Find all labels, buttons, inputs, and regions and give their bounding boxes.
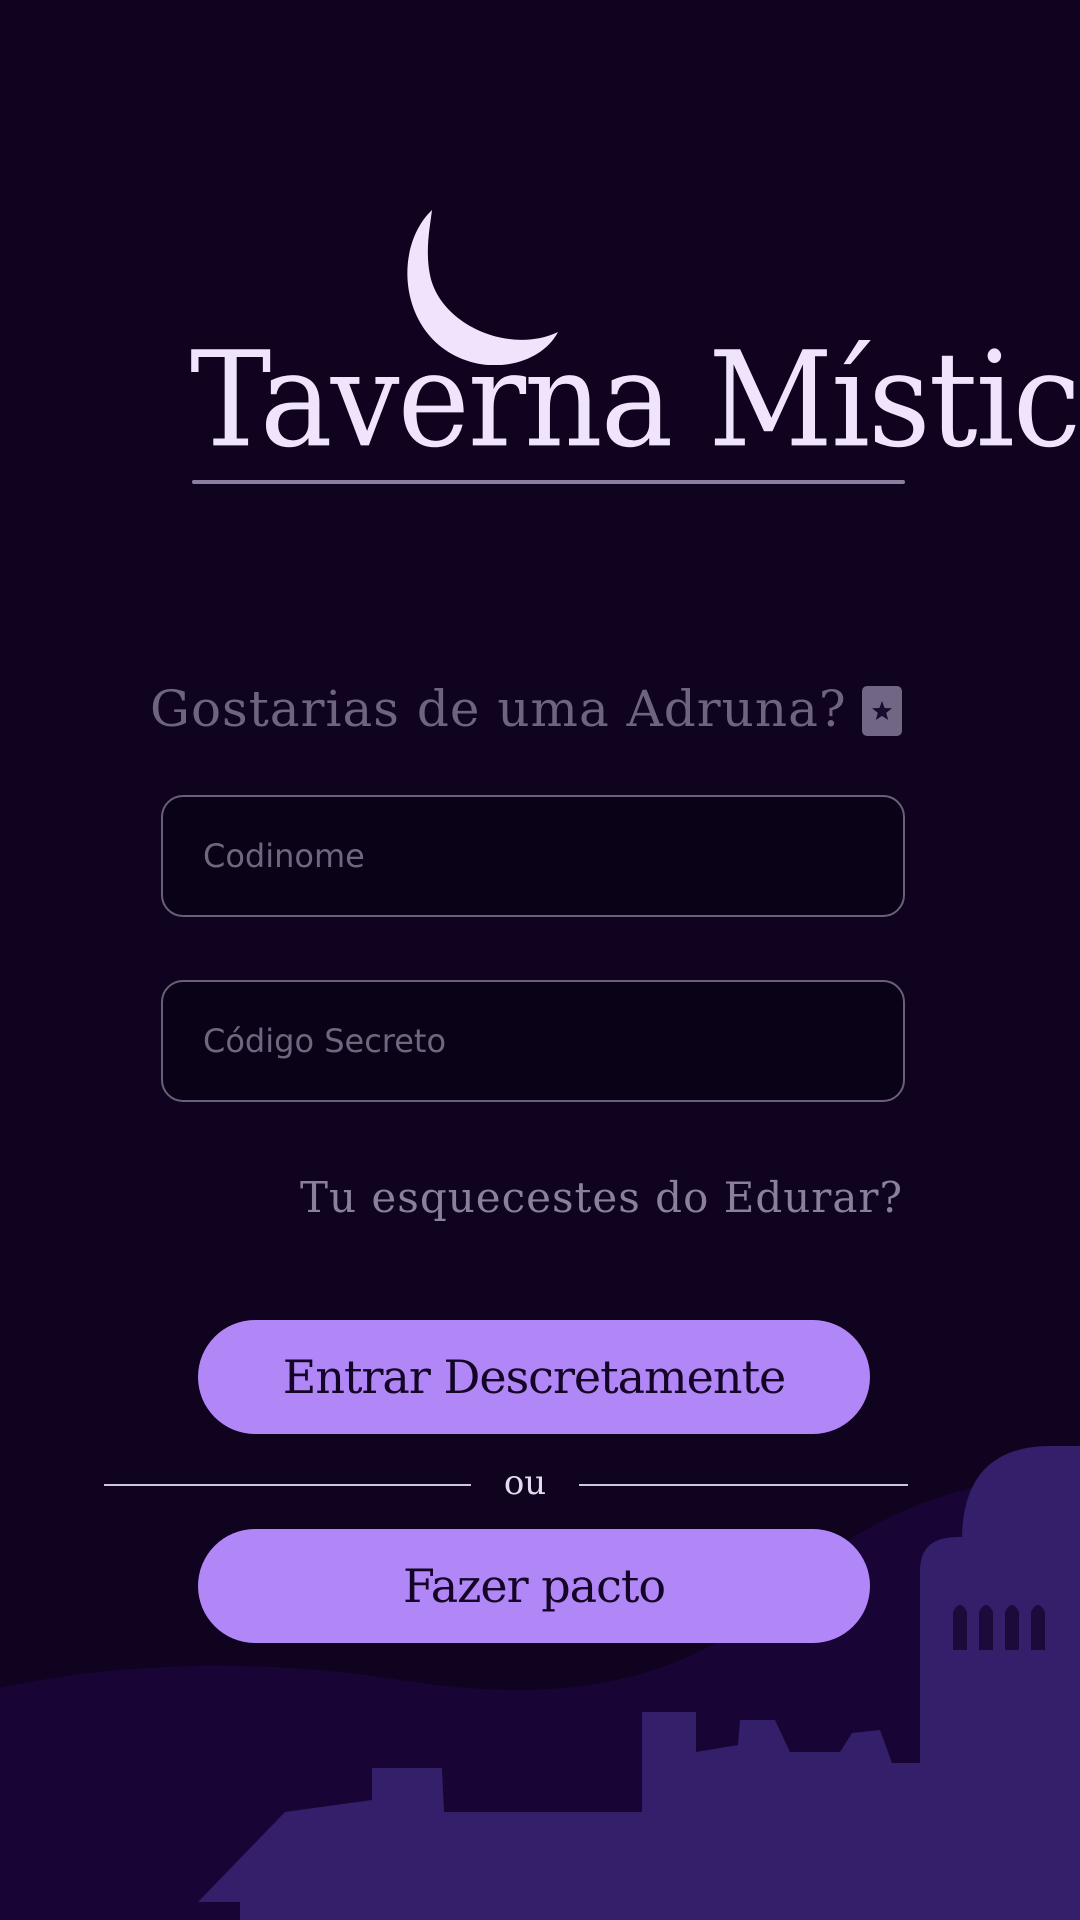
- enter-button[interactable]: Entrar Descretamente: [198, 1320, 870, 1434]
- make-pact-button[interactable]: Fazer pacto: [198, 1529, 870, 1643]
- codename-field-container: [161, 795, 905, 917]
- tower: [920, 1537, 1080, 1920]
- star-icon: [872, 701, 892, 720]
- title-underline: [192, 480, 905, 484]
- codename-input[interactable]: [163, 797, 903, 915]
- divider-line-left: [104, 1484, 471, 1486]
- star-card-icon: [862, 686, 902, 736]
- app-title: Taverna Mística: [190, 323, 1080, 477]
- secret-code-field-container: [161, 980, 905, 1102]
- forgot-link[interactable]: Tu esquecestes do Edurar?: [300, 1168, 902, 1228]
- secret-code-input[interactable]: [163, 982, 903, 1100]
- divider-line-right: [579, 1484, 908, 1486]
- login-screen: Taverna Mística Gostarias de uma Adruna?…: [0, 0, 1080, 1920]
- castle-wall: [642, 1712, 920, 1920]
- login-prompt: Gostarias de uma Adruna?: [150, 680, 847, 738]
- divider-text: ou: [503, 1463, 547, 1503]
